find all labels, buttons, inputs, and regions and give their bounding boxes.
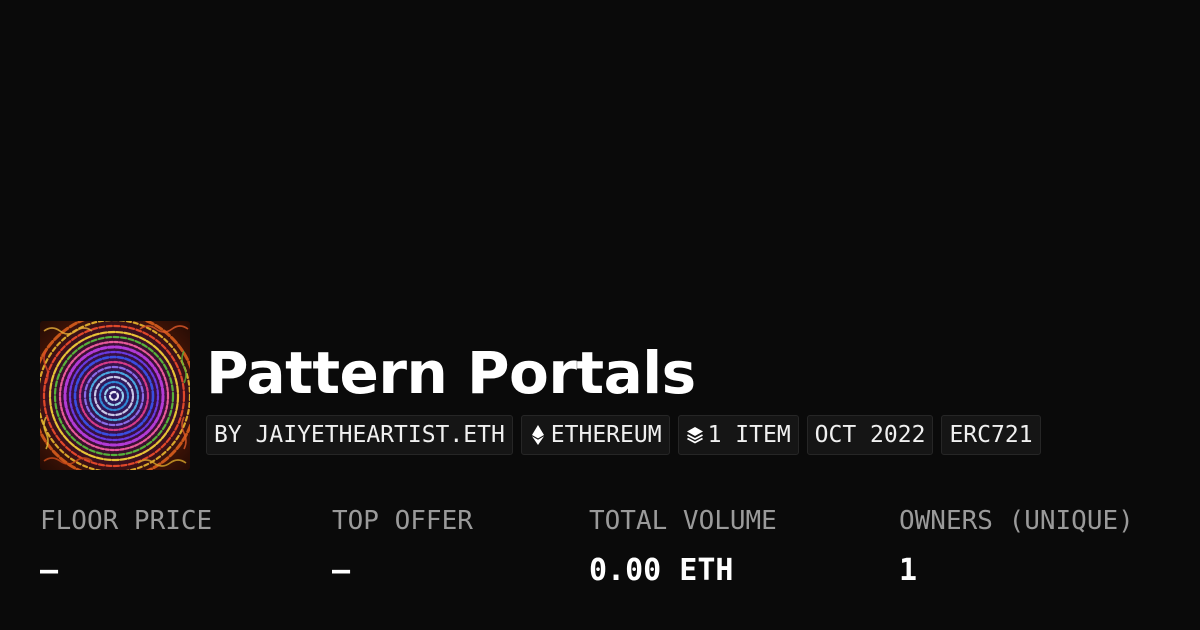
token-standard-label: ERC721 [949, 422, 1033, 448]
floor-price-stat: FLOOR PRICE — [40, 503, 212, 589]
total-volume-value: 0.00 ETH [589, 553, 734, 588]
creator-chip[interactable]: BY JAIYETHEARTIST.ETH [206, 415, 513, 455]
owners-stat: OWNERS (UNIQUE) 1 [899, 503, 1134, 589]
chain-label: ETHEREUM [550, 422, 662, 448]
creator-label: BY JAIYETHEARTIST.ETH [214, 422, 505, 448]
collection-share-card: Pattern Portals BY JAIYETHEARTIST.ETH ET… [0, 0, 1200, 630]
collection-meta-chips: BY JAIYETHEARTIST.ETH ETHEREUM 1 ITEM OC… [206, 415, 1041, 455]
collection-thumbnail [40, 321, 190, 470]
total-volume-label: TOTAL VOLUME [589, 506, 777, 536]
pattern-portals-artwork-image [40, 321, 190, 470]
collection-title: Pattern Portals [206, 339, 696, 407]
top-offer-stat: TOP OFFER — [332, 503, 473, 589]
created-date-chip: OCT 2022 [806, 415, 934, 455]
item-count-label: 1 ITEM [707, 422, 791, 448]
item-count-chip[interactable]: 1 ITEM [677, 415, 799, 455]
owners-value: 1 [899, 553, 918, 588]
chain-chip[interactable]: ETHEREUM [520, 415, 670, 455]
total-volume-stat: TOTAL VOLUME 0.00 ETH [589, 503, 777, 589]
top-offer-label: TOP OFFER [332, 506, 473, 536]
top-offer-value: — [332, 553, 351, 588]
ethereum-icon [529, 424, 547, 446]
owners-label: OWNERS (UNIQUE) [899, 506, 1134, 536]
created-date-label: OCT 2022 [814, 422, 926, 448]
token-standard-chip: ERC721 [941, 415, 1041, 455]
layers-icon [686, 424, 704, 446]
floor-price-value: — [40, 553, 59, 588]
floor-price-label: FLOOR PRICE [40, 506, 213, 536]
